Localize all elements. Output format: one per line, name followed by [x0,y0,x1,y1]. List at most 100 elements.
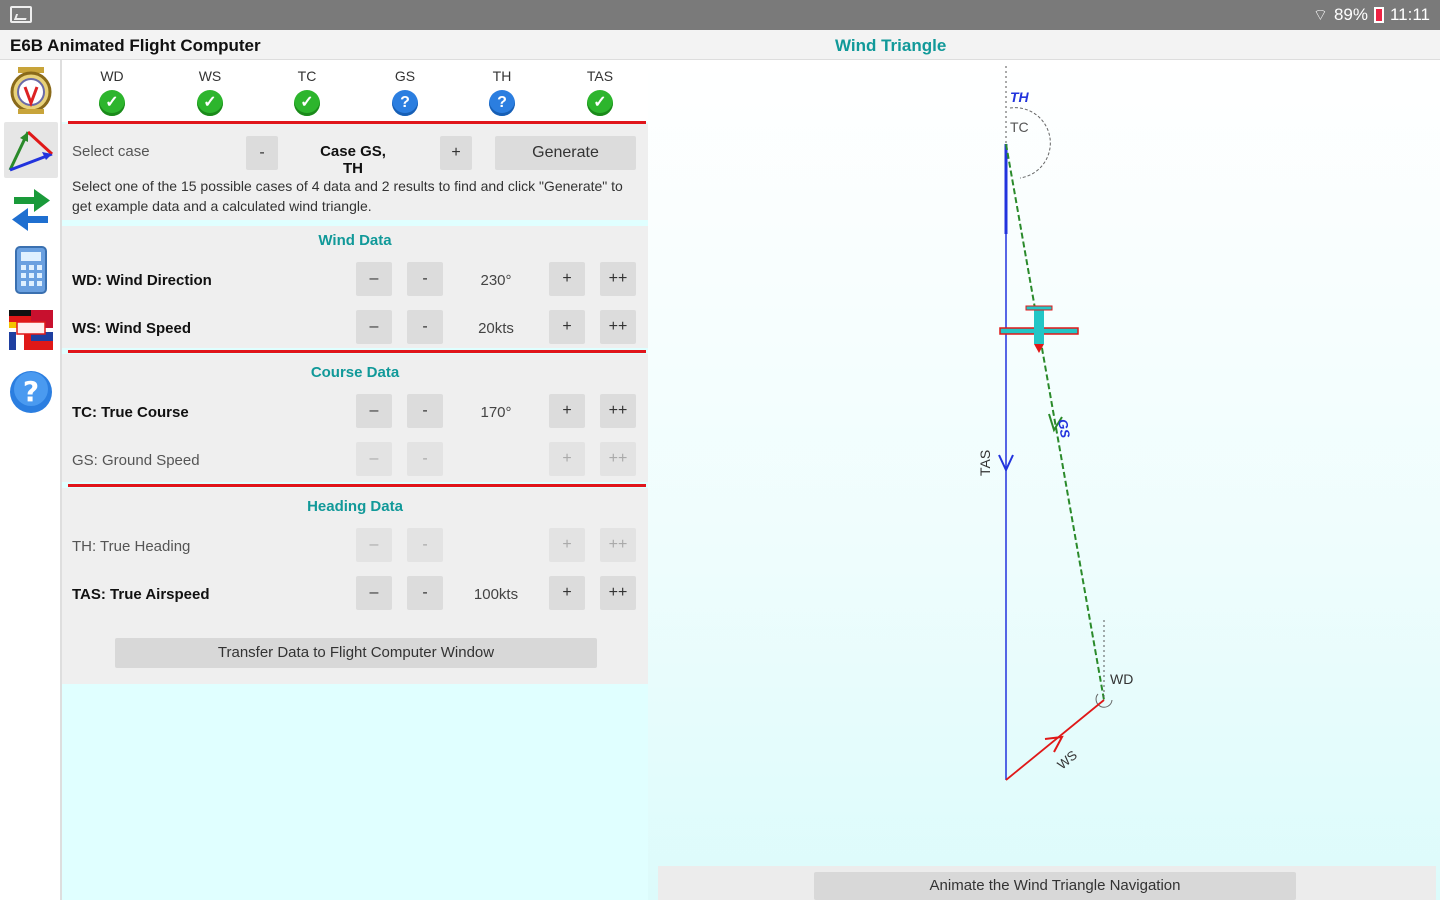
divider [68,484,646,487]
transfer-arrows-icon [12,189,50,231]
status-tc: TC ✓ [277,68,337,116]
status-wd: WD ✓ [82,68,142,116]
th-diagram-label: TH [1010,89,1030,105]
th-dec-button[interactable]: - [407,528,443,562]
status-th-label: TH [492,68,512,84]
wd-dec-big-button[interactable]: – [356,262,392,296]
check-icon: ✓ [587,90,613,116]
ws-diagram-label: WS [1054,747,1080,772]
ws-inc-big-button[interactable]: ++ [600,310,636,344]
gs-inc-big-button[interactable]: ++ [600,442,636,476]
sidebar-item-language[interactable] [4,302,58,358]
sidebar-item-wind-triangle[interactable] [4,122,58,178]
animate-bar: Animate the Wind Triangle Navigation [658,866,1436,900]
animate-button[interactable]: Animate the Wind Triangle Navigation [814,872,1296,900]
compass-icon [10,67,52,114]
ws-value: 20kts [478,320,514,337]
tas-dec-big-button[interactable]: – [356,576,392,610]
svg-text:?: ? [23,375,39,408]
heading-data-title: Heading Data [307,498,403,515]
tc-dec-big-button[interactable]: – [356,394,392,428]
wind-data-block: Wind Data WD: Wind Direction – - 230° + … [62,226,648,348]
ws-inc-button[interactable]: + [549,310,585,344]
case-next-button[interactable]: + [440,136,472,170]
ws-dec-button[interactable]: - [407,310,443,344]
gs-inc-button[interactable]: + [549,442,585,476]
airplane-icon [999,305,1079,353]
sidebar-item-flight-computer[interactable] [4,62,58,118]
status-ws: WS ✓ [180,68,240,116]
wd-value: 230° [480,272,512,289]
wind-triangle-icon [8,130,54,172]
wd-inc-big-button[interactable]: ++ [600,262,636,296]
status-ws-label: WS [198,68,222,84]
tc-dec-button[interactable]: - [407,394,443,428]
course-data-title: Course Data [310,364,400,381]
select-case-label: Select case [72,143,150,160]
divider [68,350,646,353]
calculator-icon [15,246,47,294]
status-th: TH ? [472,68,532,116]
gallery-icon [10,6,32,23]
status-tas: TAS ✓ [570,68,630,116]
gs-dec-button[interactable]: - [407,442,443,476]
wd-dec-button[interactable]: - [407,262,443,296]
course-data-block: Course Data TC: True Course – - 170° + +… [62,354,648,482]
app-title: E6B Animated Flight Computer [10,36,261,55]
status-right: ⌔ 89% 11:11 [1313,5,1430,25]
status-gs-label: GS [394,68,416,84]
gs-dec-big-button[interactable]: – [356,442,392,476]
tas-inc-big-button[interactable]: ++ [600,576,636,610]
transfer-data-button[interactable]: Transfer Data to Flight Computer Window [115,638,597,668]
sidebar-item-transfer[interactable] [4,182,58,238]
gs-diagram-label: GS [1055,418,1073,439]
th-dec-big-button[interactable]: – [356,528,392,562]
language-flags-icon [9,310,53,350]
ws-vector [1005,699,1105,781]
tas-inc-button[interactable]: + [549,576,585,610]
sidebar-item-help[interactable]: ? [4,364,58,420]
ws-dec-big-button[interactable]: – [356,310,392,344]
status-tc-label: TC [297,68,317,84]
check-icon: ✓ [99,90,125,116]
input-panel: WD ✓ WS ✓ TC ✓ GS ? TH ? TAS ✓ Select ca… [62,60,648,900]
wd-label: WD: Wind Direction [72,272,212,289]
sidebar-item-calculator[interactable] [4,242,58,298]
th-inc-big-button[interactable]: ++ [600,528,636,562]
status-tas-label: TAS [586,68,614,84]
case-description: Select one of the 15 possible cases of 4… [72,178,623,214]
tc-label: TC: True Course [72,404,189,421]
wind-triangle-diagram: TH TC TAS GS WD WS [977,66,1133,781]
system-status-bar: ⌔ 89% 11:11 [0,0,1440,30]
sidebar: ? [0,60,62,900]
generate-button[interactable]: Generate [495,136,636,170]
status-gs: GS ? [375,68,435,116]
tas-value: 100kts [473,586,519,603]
tc-inc-big-button[interactable]: ++ [600,394,636,428]
gs-vector [1005,143,1105,701]
wind-data-title: Wind Data [318,232,392,249]
help-icon: ? [10,371,52,413]
battery-icon [1373,7,1384,23]
ws-label: WS: Wind Speed [72,320,192,337]
clock: 11:11 [1389,5,1430,24]
check-icon: ✓ [294,90,320,116]
wind-triangle-view: TH TC TAS GS WD WS [648,60,1440,900]
case-value: Case GS, TH [320,143,386,177]
battery-percent: 89% [1333,5,1368,24]
app-title-bar: E6B Animated Flight Computer Wind Triang… [0,30,1440,60]
wd-diagram-label: WD [1110,671,1133,687]
ws-arrowhead [1044,735,1064,753]
tc-inc-button[interactable]: + [549,394,585,428]
tas-label: TAS: True Airspeed [72,586,210,603]
tas-dec-button[interactable]: - [407,576,443,610]
case-prev-button[interactable]: - [246,136,278,170]
th-inc-button[interactable]: + [549,528,585,562]
tc-diagram-label: TC [1010,119,1029,135]
data-status-row: WD ✓ WS ✓ TC ✓ GS ? TH ? TAS ✓ [62,60,648,122]
wifi-icon: ⌔ [1312,7,1328,24]
wd-inc-button[interactable]: + [549,262,585,296]
view-title: Wind Triangle [835,36,947,55]
status-wd-label: WD [100,68,124,84]
th-label: TH: True Heading [72,538,191,555]
